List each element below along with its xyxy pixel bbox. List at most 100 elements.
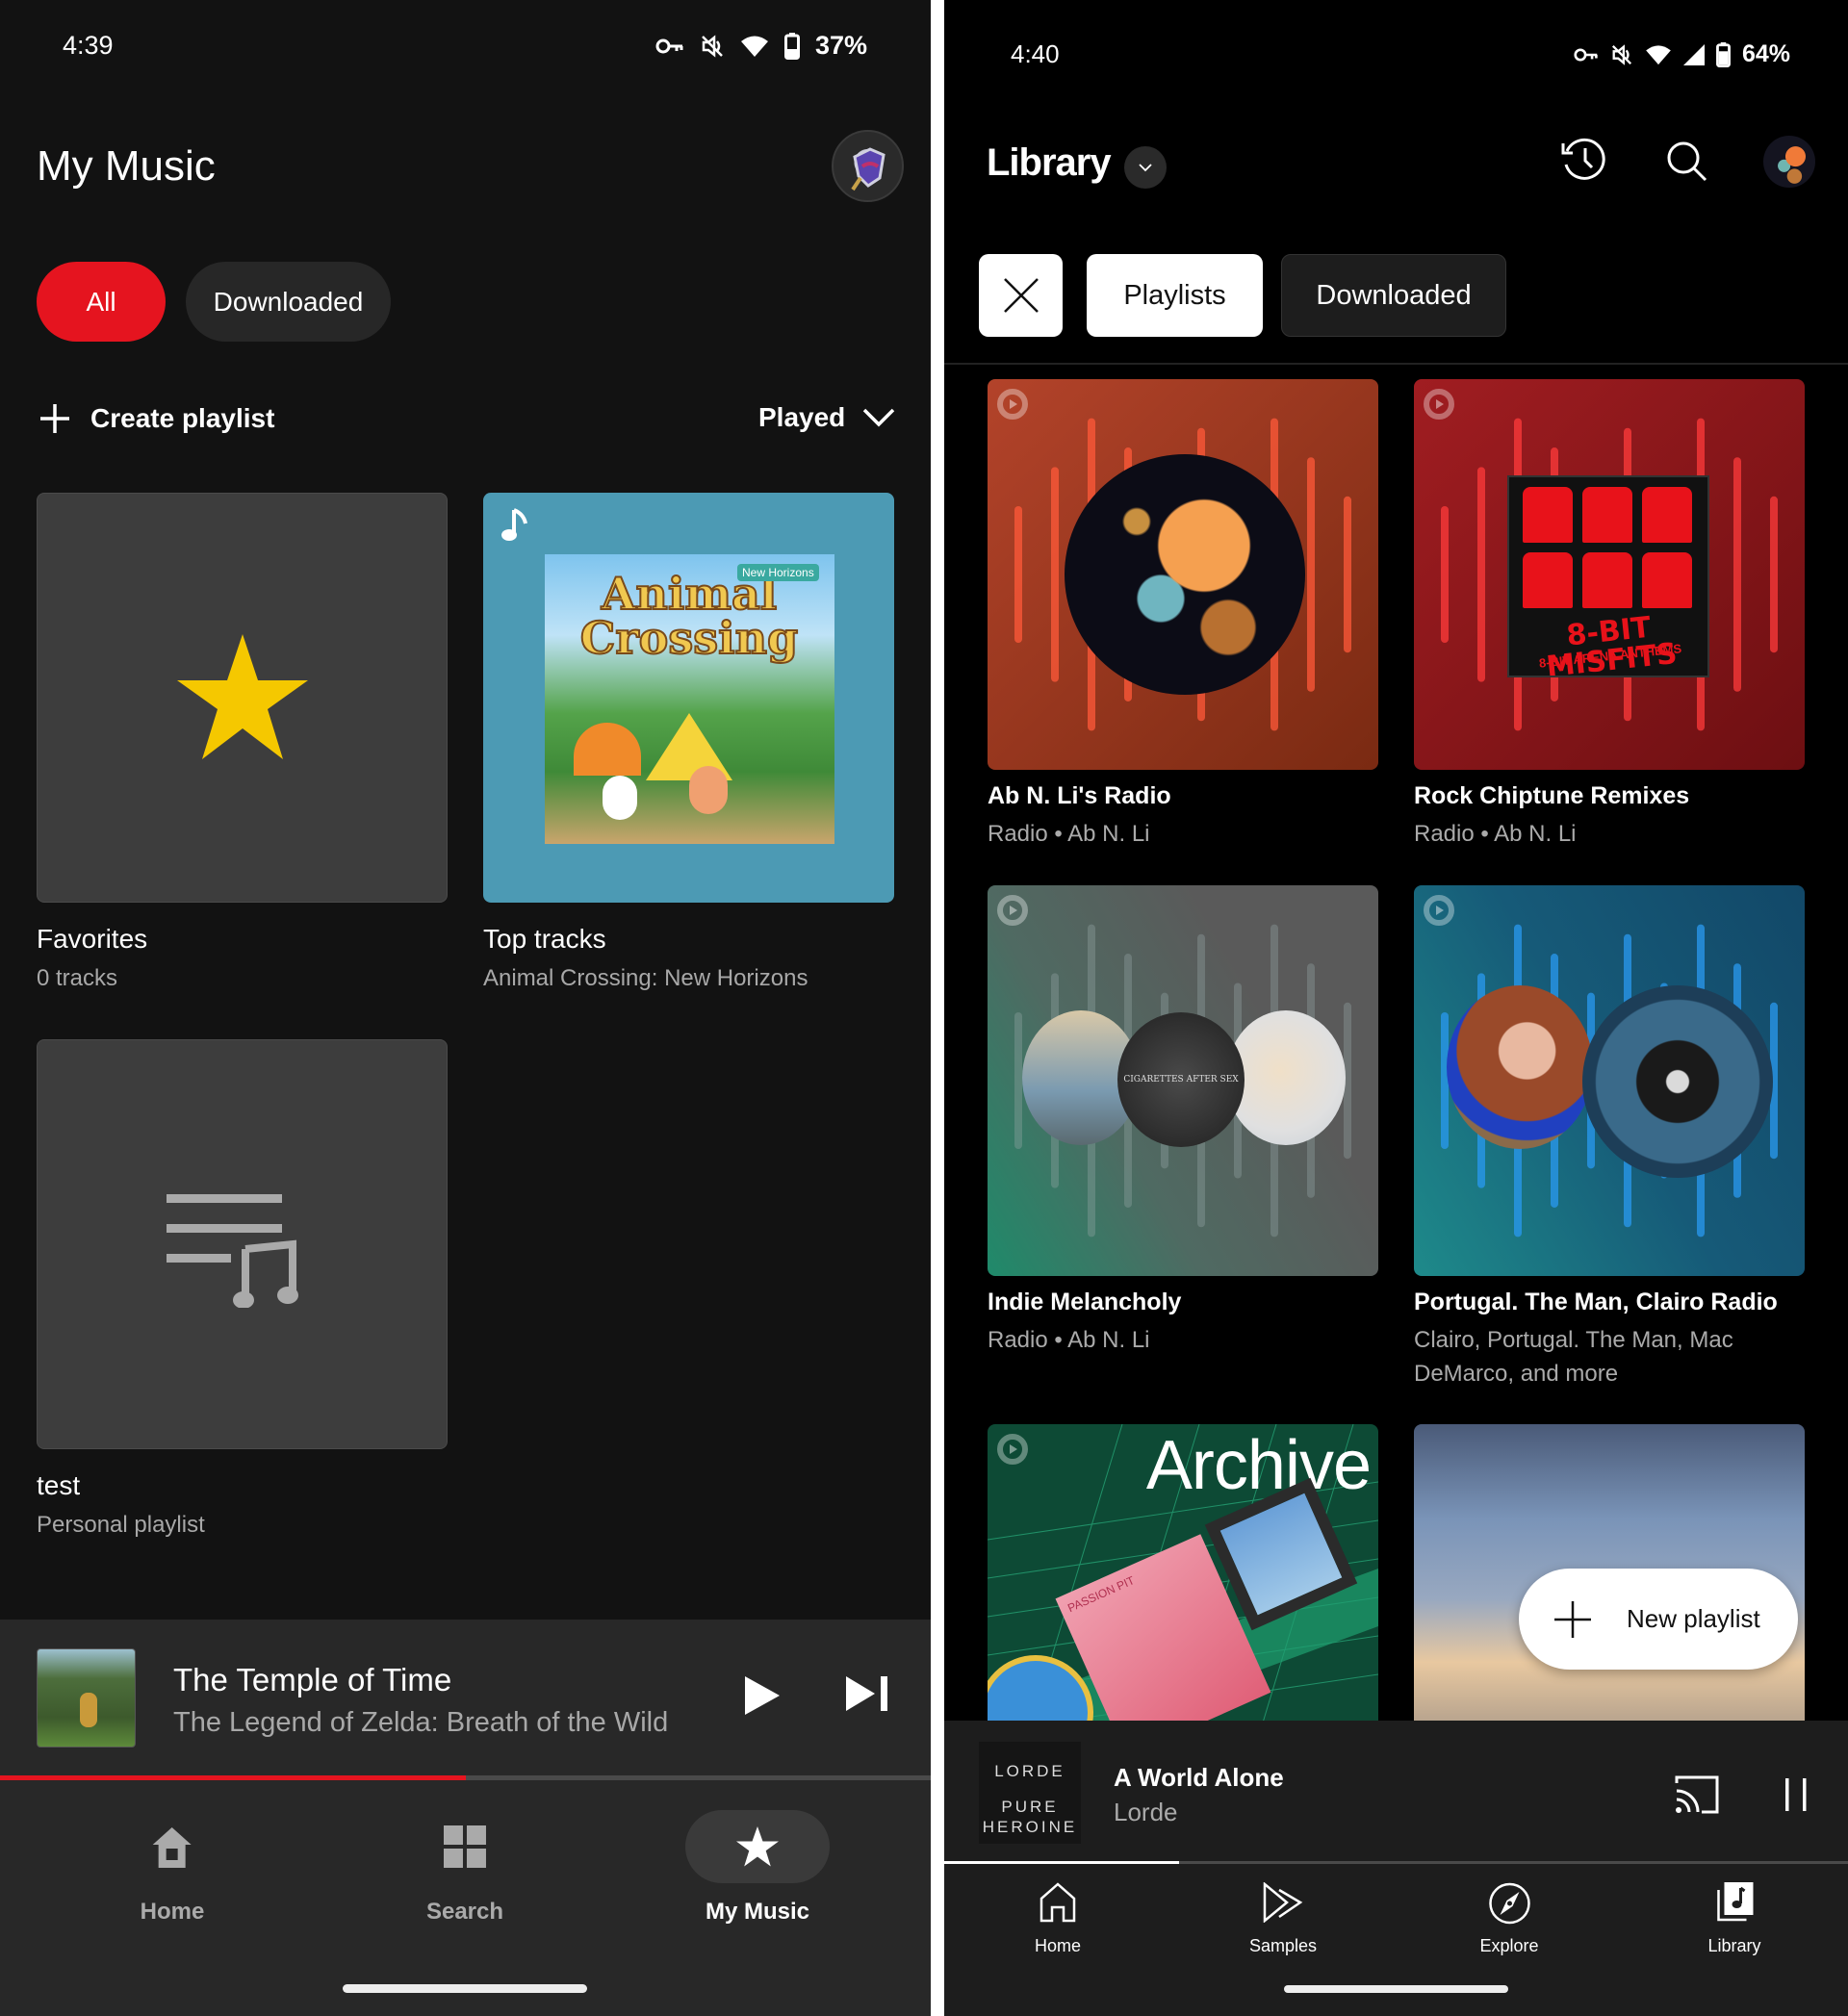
nav-samples[interactable]: Samples: [1249, 1882, 1317, 1956]
sort-label: Played: [758, 402, 846, 432]
equalizer-bar: [1051, 467, 1059, 682]
nav-home[interactable]: Home: [1035, 1882, 1081, 1956]
8-bit-misfits-cover: 8-BIT MISFITS 8-BIT ARENA ANTHEMS: [1507, 475, 1709, 677]
my-music-screen: 4:39 37% My Music All Downloaded Create …: [0, 0, 931, 2016]
nav-home[interactable]: Home: [140, 1825, 205, 1926]
mini-player[interactable]: The Temple of Time The Legend of Zelda: …: [0, 1620, 931, 1776]
nav-search-label: Search: [425, 1899, 504, 1925]
home-indicator[interactable]: [343, 1984, 587, 1993]
header-divider: [944, 363, 1848, 365]
account-avatar[interactable]: [1763, 136, 1815, 188]
youtube-music-logo-icon: [997, 895, 1028, 926]
mute-icon: [1611, 43, 1631, 65]
filter-chip-all[interactable]: All: [37, 262, 166, 342]
animal-crossing-cover: Animal Crossing New Horizons: [545, 554, 834, 844]
nav-library[interactable]: Library: [1707, 1882, 1761, 1956]
search-button[interactable]: [1666, 140, 1708, 183]
equalizer-bar: [1477, 467, 1485, 682]
equalizer-bar: [1344, 496, 1351, 653]
cover-title-line2: Crossing: [579, 612, 799, 664]
mini-player[interactable]: LORDE PURE HEROINE A World Alone Lorde: [944, 1721, 1848, 1862]
status-icons: 64%: [1574, 40, 1790, 68]
nav-home-label: Home: [140, 1899, 205, 1925]
nav-my-music[interactable]: My Music: [706, 1825, 809, 1926]
playlist-subtitle: Personal playlist: [37, 1512, 205, 1538]
skull: [1523, 552, 1573, 608]
pause-button[interactable]: [1784, 1778, 1809, 1811]
star-icon: [736, 1826, 779, 1867]
track-title: The Temple of Time: [173, 1662, 452, 1697]
filter-chip-downloaded[interactable]: Downloaded: [1281, 254, 1506, 337]
create-playlist-label: Create playlist: [90, 403, 275, 433]
account-avatar[interactable]: [832, 130, 904, 202]
library-item-title: Indie Melancholy: [988, 1289, 1182, 1315]
equalizer-bar: [1441, 505, 1449, 644]
tent-orange: [574, 723, 641, 776]
cast-button[interactable]: [1675, 1775, 1719, 1814]
playback-progress-bar[interactable]: [0, 1775, 931, 1780]
nav-search[interactable]: Search: [426, 1825, 503, 1926]
home-icon: [153, 1827, 192, 1868]
library-item-subtitle: Radio • Ab N. Li: [988, 821, 1150, 847]
playlist-title: test: [37, 1470, 81, 1500]
playlist-card-top-tracks[interactable]: Animal Crossing New Horizons: [483, 493, 894, 903]
filter-chip-playlists[interactable]: Playlists: [1087, 254, 1263, 337]
playback-progress-fill: [944, 1861, 1180, 1864]
filter-chip-downloaded[interactable]: Downloaded: [186, 262, 391, 342]
battery-icon: [1716, 41, 1731, 67]
library-card-indie-melancholy[interactable]: CIGARETTES AFTER SEX: [988, 885, 1378, 1276]
close-icon: [1003, 278, 1039, 313]
youtube-music-logo-icon: [1424, 389, 1454, 420]
youtube-music-logo-icon: [997, 389, 1028, 420]
archive-cover-title: Archive: [1145, 1427, 1372, 1504]
sort-dropdown[interactable]: Played: [758, 402, 895, 433]
library-card-archive[interactable]: Archive PASSION PIT: [988, 1424, 1378, 1742]
equalizer-bar: [1014, 1011, 1022, 1150]
playlist-title: Top tracks: [483, 924, 606, 954]
album-art-line3: HEROINE: [982, 1818, 1078, 1836]
filter-chip-downloaded-label: Downloaded: [1316, 279, 1472, 311]
create-playlist-button[interactable]: Create playlist: [38, 402, 274, 435]
history-button[interactable]: [1561, 138, 1607, 182]
plus-icon: [40, 404, 69, 433]
new-playlist-label: New playlist: [1627, 1604, 1760, 1633]
library-screen: 4:40 64% Library Playlists Downloaded Ab…: [944, 0, 1848, 2016]
home-outline-icon: [1040, 1882, 1076, 1923]
link-figure: [80, 1693, 97, 1727]
skull-grid: [1509, 477, 1707, 618]
music-note-icon: [501, 508, 527, 541]
play-button[interactable]: [743, 1674, 782, 1717]
library-item-title: Rock Chiptune Remixes: [1414, 782, 1690, 809]
library-card-rock-chiptune-remixes[interactable]: 8-BIT MISFITS 8-BIT ARENA ANTHEMS: [1414, 379, 1805, 770]
track-title: A World Alone: [1114, 1763, 1284, 1792]
solar-system-art: [1065, 454, 1305, 695]
nav-home-label: Home: [1034, 1936, 1082, 1955]
library-item-subtitle: Clairo, Portugal. The Man, Mac DeMarco, …: [1414, 1327, 1733, 1387]
status-time: 4:39: [63, 31, 114, 60]
compass-icon: [1488, 1882, 1530, 1925]
filter-chip-playlists-label: Playlists: [1123, 279, 1226, 311]
library-item-subtitle: Radio • Ab N. Li: [1414, 821, 1577, 847]
playlist-title: Favorites: [37, 924, 148, 954]
next-button[interactable]: [844, 1674, 892, 1713]
chevron-down-icon: [863, 408, 895, 427]
library-dropdown-button[interactable]: [1124, 146, 1167, 189]
library-card-portugal-the-man-clairo-radio[interactable]: [1414, 885, 1805, 1276]
playlist-card-test[interactable]: [37, 1039, 448, 1449]
skull: [1582, 552, 1632, 608]
youtube-music-logo-icon: [997, 1434, 1028, 1465]
library-item-subtitle: Radio • Ab N. Li: [988, 1327, 1150, 1353]
home-indicator[interactable]: [1284, 1985, 1508, 1993]
status-icons: 37%: [655, 31, 867, 61]
library-item-title: Portugal. The Man, Clairo Radio: [1414, 1289, 1778, 1315]
playlist-card-favorites[interactable]: [37, 493, 448, 903]
equalizer-bar: [1014, 505, 1022, 644]
playback-progress-bar[interactable]: [944, 1861, 1848, 1864]
equalizer-bar: [1733, 457, 1741, 692]
playlist-subtitle: 0 tracks: [37, 965, 118, 991]
library-card-ab-n-li-radio[interactable]: [988, 379, 1378, 770]
clear-filter-button[interactable]: [979, 254, 1063, 337]
status-time: 4:40: [1011, 39, 1060, 68]
new-playlist-button[interactable]: New playlist: [1519, 1569, 1798, 1670]
nav-explore[interactable]: Explore: [1479, 1882, 1539, 1956]
